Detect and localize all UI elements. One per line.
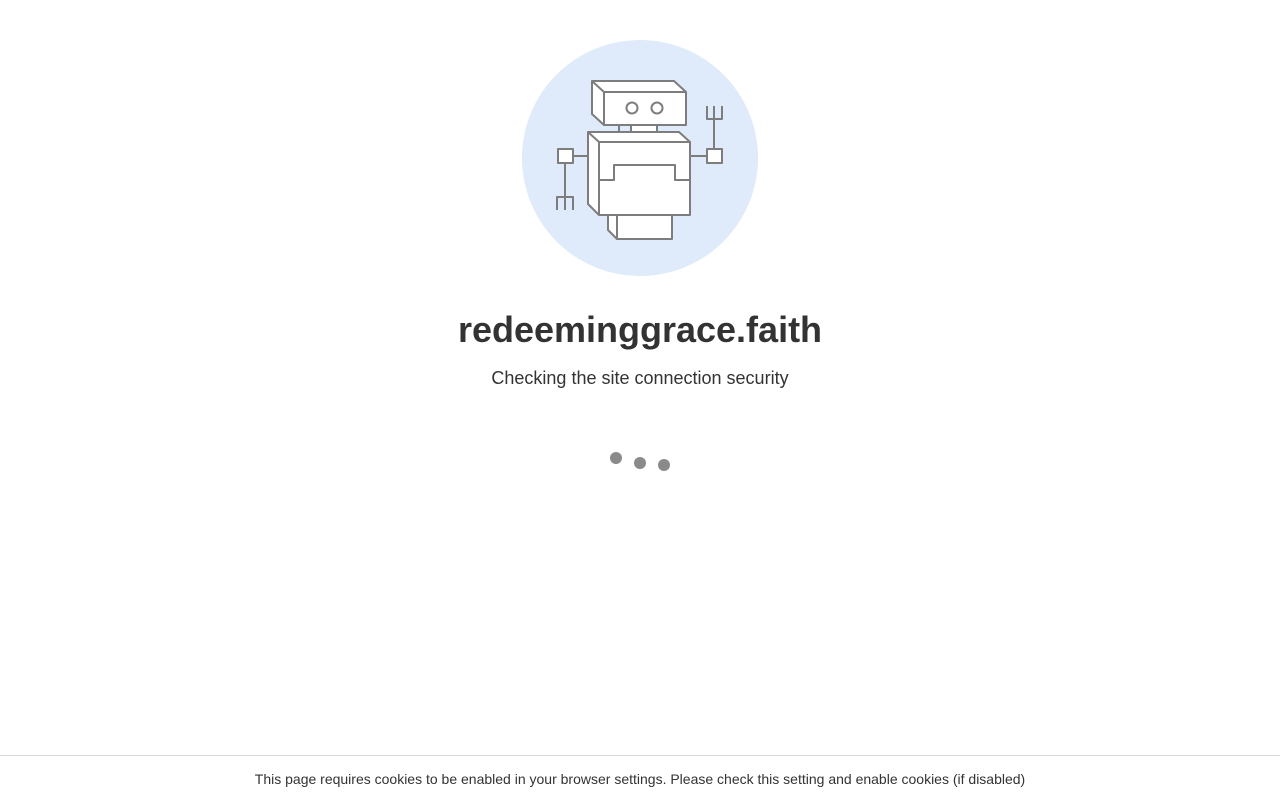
loading-dots-icon	[0, 450, 1280, 474]
loading-dot	[610, 452, 622, 464]
loading-dot	[658, 459, 670, 471]
robot-icon	[522, 40, 758, 276]
robot-illustration	[522, 40, 758, 276]
site-domain-title: redeeminggrace.faith	[457, 309, 823, 350]
challenge-page: redeeminggrace.faith Checking the site c…	[0, 0, 1280, 800]
cookie-notice-footer: This page requires cookies to be enabled…	[0, 755, 1280, 800]
loading-dot	[634, 457, 646, 469]
security-check-status: Checking the site connection security	[491, 368, 789, 388]
cookie-notice-text: This page requires cookies to be enabled…	[254, 771, 1026, 787]
